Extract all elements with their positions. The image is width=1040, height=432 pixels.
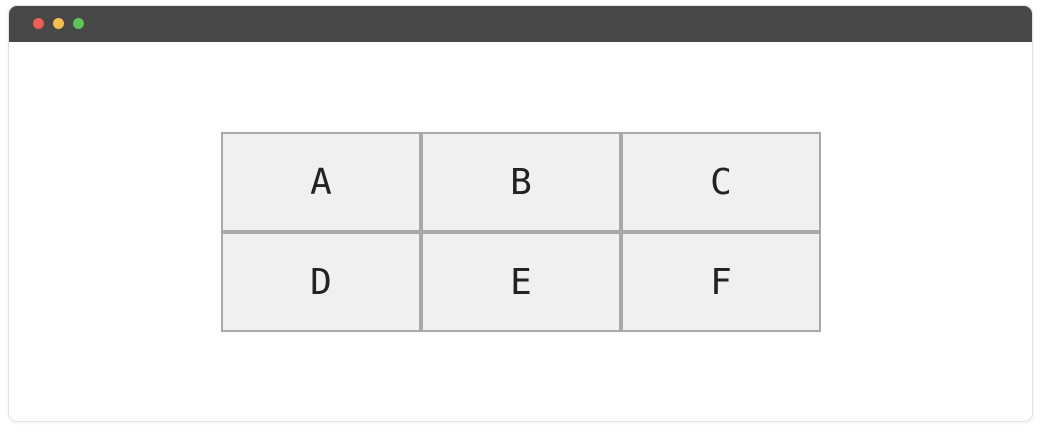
grid-cell-b[interactable]: B xyxy=(421,132,621,232)
close-window-button[interactable] xyxy=(33,18,44,29)
app-window: A B C D E F xyxy=(8,5,1033,422)
grid-cell-f[interactable]: F xyxy=(621,232,821,332)
window-content: A B C D E F xyxy=(9,42,1032,421)
grid-cell-d[interactable]: D xyxy=(221,232,421,332)
maximize-window-button[interactable] xyxy=(73,18,84,29)
grid-cell-c[interactable]: C xyxy=(621,132,821,232)
minimize-window-button[interactable] xyxy=(53,18,64,29)
title-bar xyxy=(9,6,1032,42)
grid-cell-a[interactable]: A xyxy=(221,132,421,232)
letter-grid: A B C D E F xyxy=(221,132,821,332)
grid-cell-e[interactable]: E xyxy=(421,232,621,332)
